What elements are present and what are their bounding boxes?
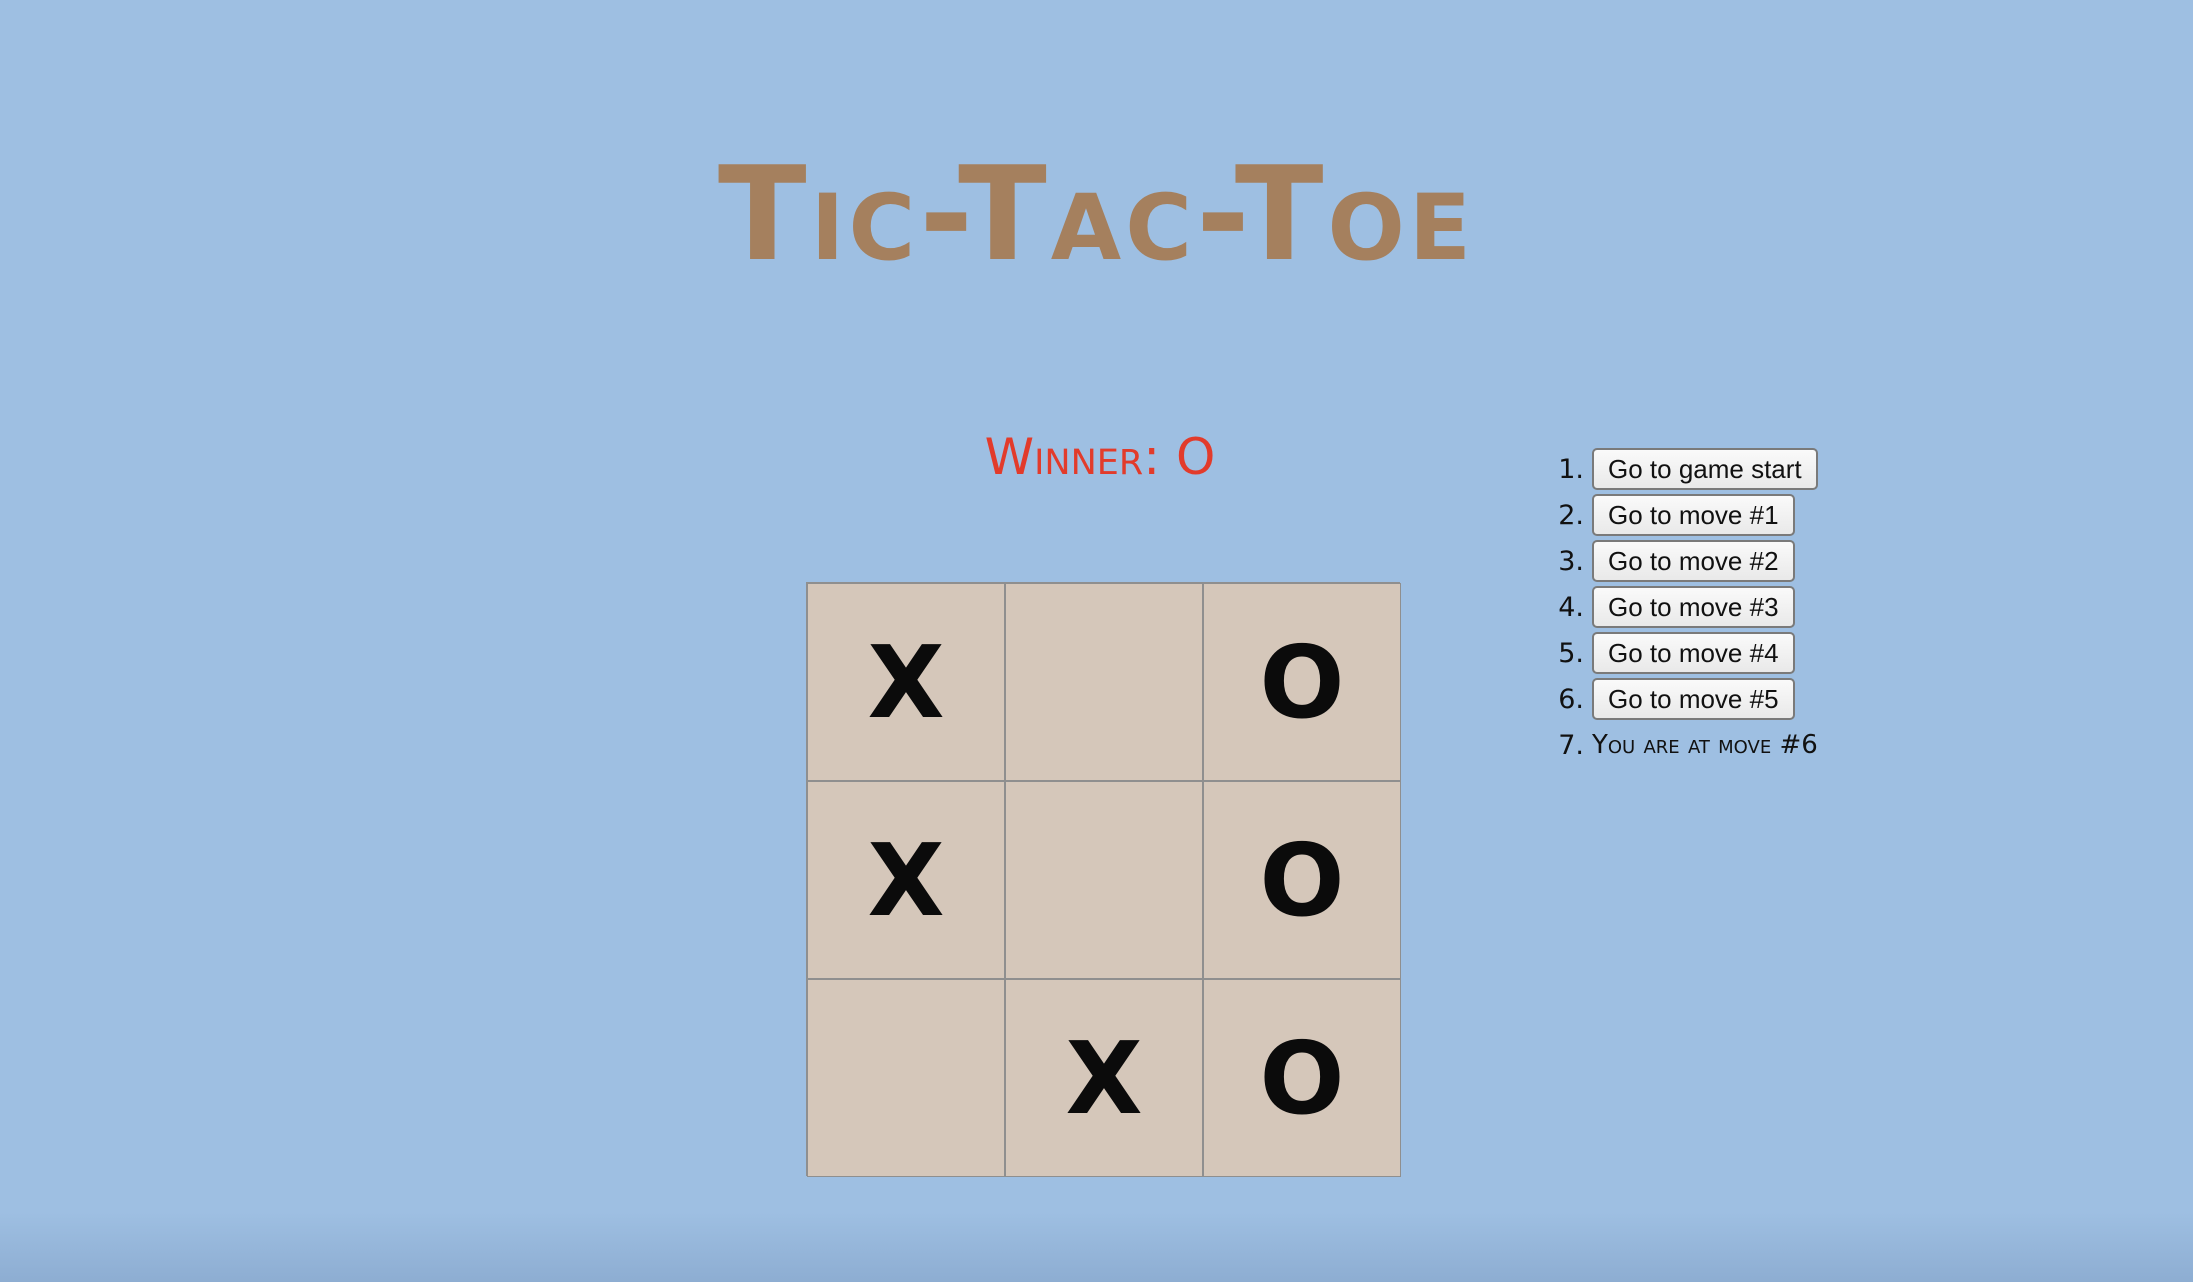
- history-item-number: 6.: [1558, 683, 1584, 715]
- board-square-7[interactable]: X: [1005, 979, 1203, 1177]
- history-item-number: 4.: [1558, 591, 1584, 623]
- history-item-number: 5.: [1558, 637, 1584, 669]
- board-square-2[interactable]: O: [1203, 583, 1401, 781]
- history-item: 3. Go to move #2: [1548, 538, 1818, 584]
- board-square-3[interactable]: X: [807, 781, 1005, 979]
- game-status: Winner: O: [984, 428, 1216, 486]
- history-item: 5. Go to move #4: [1548, 630, 1818, 676]
- board-square-8[interactable]: O: [1203, 979, 1401, 1177]
- history-item-number: 2.: [1558, 499, 1584, 531]
- board-square-6[interactable]: [807, 979, 1005, 1177]
- go-to-game-start-button[interactable]: Go to game start: [1592, 448, 1818, 490]
- current-move-label: You are at move #6: [1592, 730, 1818, 760]
- go-to-move-3-button[interactable]: Go to move #3: [1592, 586, 1795, 628]
- board-square-1[interactable]: [1005, 583, 1203, 781]
- game-title: Tic-Tac-Toe: [717, 138, 1476, 291]
- board-square-4[interactable]: [1005, 781, 1203, 979]
- move-history-list: 1. Go to game start 2. Go to move #1 3. …: [1548, 446, 1818, 768]
- history-item: 2. Go to move #1: [1548, 492, 1818, 538]
- game-board: X O X O X O: [806, 582, 1401, 1177]
- board-square-5[interactable]: O: [1203, 781, 1401, 979]
- go-to-move-4-button[interactable]: Go to move #4: [1592, 632, 1795, 674]
- go-to-move-5-button[interactable]: Go to move #5: [1592, 678, 1795, 720]
- board-square-0[interactable]: X: [807, 583, 1005, 781]
- bottom-shadow: [0, 1212, 2193, 1282]
- history-item: 6. Go to move #5: [1548, 676, 1818, 722]
- history-item: 1. Go to game start: [1548, 446, 1818, 492]
- history-item-number: 3.: [1558, 545, 1584, 577]
- go-to-move-2-button[interactable]: Go to move #2: [1592, 540, 1795, 582]
- go-to-move-1-button[interactable]: Go to move #1: [1592, 494, 1795, 536]
- history-item-number: 1.: [1558, 453, 1584, 485]
- history-item: 4. Go to move #3: [1548, 584, 1818, 630]
- history-item-number: 7.: [1558, 729, 1584, 761]
- history-item-current: 7. You are at move #6: [1548, 722, 1818, 768]
